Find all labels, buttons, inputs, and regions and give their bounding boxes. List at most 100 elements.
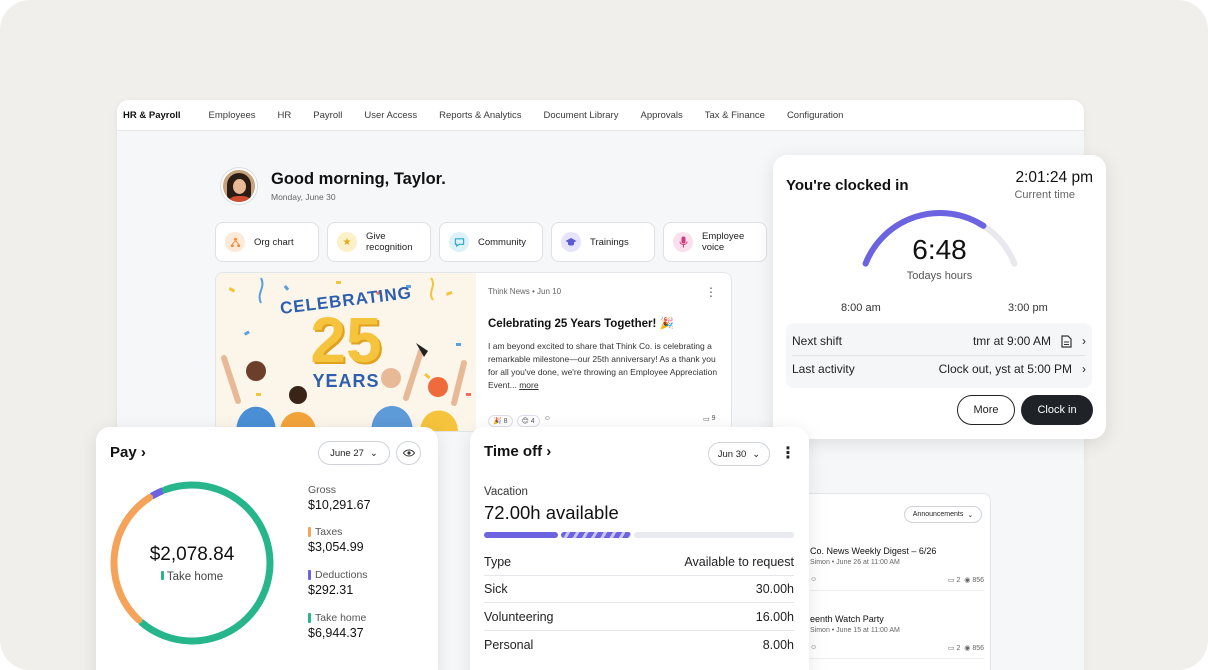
news-banner-image: CELEBRATING 25 YEARS [216, 273, 476, 431]
clock-card: You're clocked in 2:01:24 pm Current tim… [773, 155, 1106, 439]
nav-employees[interactable]: Employees [209, 110, 256, 121]
reaction-party[interactable]: 🎉 8 [488, 415, 513, 427]
more-vertical-icon[interactable]: ⋮ [705, 285, 717, 299]
canvas: HR & Payroll Employees HR Payroll User A… [0, 0, 1208, 670]
time-off-card: Time off › Jun 30 ⌄ ⋮ Vacation 72.00h ava… [470, 427, 809, 670]
comment-icon: ▭ [947, 577, 955, 584]
eye-icon[interactable] [396, 441, 421, 465]
chevron-right-icon: › [1082, 362, 1086, 376]
todays-hours: 6:48 [912, 234, 967, 265]
vacation-label: Vacation [484, 486, 528, 498]
microphone-icon [673, 232, 693, 252]
nav-document-library[interactable]: Document Library [544, 110, 619, 121]
document-icon [1061, 334, 1072, 348]
news-card[interactable]: CELEBRATING 25 YEARS Think News • Jun 10… [215, 272, 732, 432]
nav-reports[interactable]: Reports & Analytics [439, 110, 521, 121]
news-more-link[interactable]: more [519, 380, 538, 390]
pay-card: Pay › June 27 ⌄ $2,078.84 Take home Gross… [96, 427, 438, 670]
quick-employee-voice-label: Employee voice [702, 231, 745, 253]
clock-status-title: You're clocked in [786, 177, 909, 194]
quick-employee-voice[interactable]: Employee voice [663, 222, 767, 262]
last-activity-row[interactable]: Last activity Clock out, yst at 5:00 PM › [792, 362, 1086, 376]
greeting: Good morning, Taylor. Monday, June 30 [221, 168, 446, 204]
greeting-date: Monday, June 30 [271, 192, 336, 202]
nav-configuration[interactable]: Configuration [787, 110, 844, 121]
todays-hours-label: Todays hours [906, 270, 973, 282]
announcement-item[interactable]: eenth Watch Party Simon • June 15 at 11:… [810, 614, 984, 659]
nav-approvals[interactable]: Approvals [640, 110, 682, 121]
pay-period-select[interactable]: June 27 ⌄ [318, 441, 390, 465]
graduation-cap-icon [561, 232, 581, 252]
chevron-down-icon: ⌄ [369, 447, 378, 459]
chevron-down-icon: ⌄ [967, 511, 974, 519]
time-off-row-personal[interactable]: Personal 8.00h [484, 638, 794, 658]
more-button[interactable]: More [957, 395, 1015, 425]
announcements-filter[interactable]: Announcements ⌄ [904, 506, 982, 523]
people-illustration [221, 343, 467, 431]
announcements-card: Announcements ⌄ Co. News Weekly Digest – … [801, 493, 991, 670]
brand[interactable]: HR & Payroll [123, 110, 181, 121]
deductions-line: Deductions $292.31 [308, 569, 368, 597]
comment-icon: ▭ [703, 416, 710, 423]
quick-trainings[interactable]: Trainings [551, 222, 655, 262]
next-shift-row[interactable]: Next shift tmr at 9:00 AM › [792, 334, 1086, 348]
gross-line: Gross $10,291.67 [308, 484, 371, 512]
vacation-remaining-bar [634, 532, 794, 538]
clock-in-button[interactable]: Clock in [1021, 395, 1093, 425]
chevron-right-icon: › [546, 443, 552, 460]
chevron-down-icon: ⌄ [752, 448, 761, 460]
shift-start-time: 8:00 am [841, 302, 881, 314]
pay-title[interactable]: Pay › [110, 444, 146, 461]
star-icon: ★ [337, 232, 357, 252]
shift-end-time: 3:00 pm [1008, 302, 1048, 314]
time-off-title[interactable]: Time off › [484, 443, 551, 460]
current-time: 2:01:24 pm [1015, 169, 1093, 186]
quick-give-recognition-label: Give recognition [366, 231, 413, 253]
reaction-icon[interactable]: ☺ [810, 644, 817, 652]
views-icon: ◉ [964, 577, 971, 584]
news-body: I am beyond excited to share that Think … [488, 341, 718, 390]
quick-org-chart[interactable]: Org chart [215, 222, 319, 262]
quick-org-chart-label: Org chart [254, 236, 294, 248]
take-home-amount: $2,078.84 [149, 544, 235, 565]
quick-give-recognition[interactable]: ★ Give recognition [327, 222, 431, 262]
time-off-date-select[interactable]: Jun 30 ⌄ [708, 442, 770, 466]
avatar[interactable] [221, 168, 257, 204]
vacation-used-bar [484, 532, 558, 538]
chat-icon [449, 232, 469, 252]
add-reaction-icon[interactable]: ☺ [544, 415, 551, 427]
announcement-item[interactable]: Co. News Weekly Digest – 6/26 Simon • Ju… [810, 546, 984, 591]
chevron-right-icon: › [1082, 334, 1086, 348]
shift-info: Next shift tmr at 9:00 AM › Last activit… [786, 323, 1092, 388]
news-title[interactable]: Celebrating 25 Years Together! 🎉 [488, 316, 724, 330]
vacation-available: 72.00h available [484, 502, 619, 523]
org-chart-icon [225, 232, 245, 252]
deductions-slice [149, 487, 166, 500]
current-time-label: Current time [1014, 189, 1075, 201]
time-off-header-row: Type Available to request [484, 555, 794, 576]
quick-community[interactable]: Community [439, 222, 543, 262]
time-off-row-volunteering[interactable]: Volunteering 16.00h [484, 610, 794, 631]
reaction-icon[interactable]: ☺ [810, 576, 817, 584]
nav-payroll[interactable]: Payroll [313, 110, 342, 121]
vacation-pending-bar [561, 532, 631, 538]
comment-icon: ▭ [947, 645, 955, 652]
chevron-right-icon: › [140, 444, 146, 461]
taxes-line: Taxes $3,054.99 [308, 526, 364, 554]
nav-user-access[interactable]: User Access [364, 110, 417, 121]
take-home-label: Take home [110, 571, 274, 583]
views-icon: ◉ [964, 645, 971, 652]
more-vertical-icon[interactable]: ⋮ [780, 443, 796, 463]
nav-tax-finance[interactable]: Tax & Finance [705, 110, 765, 121]
news-comments[interactable]: ▭ 9 [703, 415, 716, 423]
reaction-smile[interactable]: 😊 4 [516, 415, 540, 427]
quick-community-label: Community [478, 236, 527, 248]
greeting-title: Good morning, Taylor. [271, 170, 446, 188]
time-off-row-sick[interactable]: Sick 30.00h [484, 582, 794, 603]
news-meta: Think News • Jun 10 [488, 287, 562, 296]
top-nav: HR & Payroll Employees HR Payroll User A… [117, 100, 1084, 131]
quick-trainings-label: Trainings [590, 236, 629, 248]
news-reactions: 🎉 8 😊 4 ☺ [488, 415, 551, 427]
nav-hr[interactable]: HR [278, 110, 292, 121]
take-home-line: Take home $6,944.37 [308, 612, 367, 640]
